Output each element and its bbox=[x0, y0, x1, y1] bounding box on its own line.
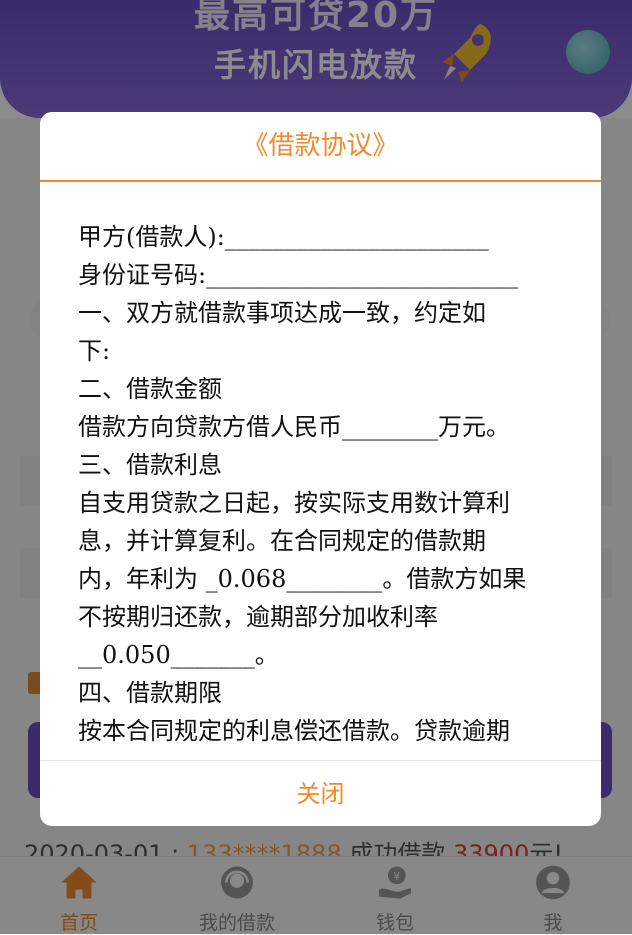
agreement-line: __0.050_______。 bbox=[78, 641, 279, 669]
agreement-line: 内，年利为 _0.068________。借款方如果 bbox=[78, 565, 527, 593]
agreement-line: 自支用贷款之日起，按实际支用数计算利 bbox=[78, 489, 510, 517]
dialog-title: 《借款协议》 bbox=[40, 112, 601, 182]
agreement-line: 息，并计算复利。在合同规定的借款期 bbox=[78, 527, 486, 555]
agreement-line: 身份证号码:__________________________ bbox=[78, 261, 519, 289]
agreement-text[interactable]: 甲方(借款人):______________________ 身份证号码:___… bbox=[78, 218, 578, 760]
agreement-line: 不按期归还款，逾期部分加收利率 bbox=[78, 603, 438, 631]
agreement-line: 下: bbox=[78, 337, 111, 365]
agreement-line: 甲方(借款人):______________________ bbox=[78, 223, 489, 251]
agreement-line: 借款方向贷款方借人民币________万元。 bbox=[78, 413, 510, 441]
agreement-line: 二、借款金额 bbox=[78, 375, 222, 403]
agreement-line: 四、借款期限 bbox=[78, 679, 222, 707]
agreement-line: 一、双方就借款事项达成一致，约定如 bbox=[78, 299, 486, 327]
close-button[interactable]: 关闭 bbox=[40, 760, 601, 826]
agreement-line: 三、借款利息 bbox=[78, 451, 222, 479]
loan-agreement-dialog: 《借款协议》 甲方(借款人):______________________ 身份… bbox=[40, 112, 601, 826]
agreement-line: 按本合同规定的利息偿还借款。贷款逾期 bbox=[78, 717, 510, 745]
